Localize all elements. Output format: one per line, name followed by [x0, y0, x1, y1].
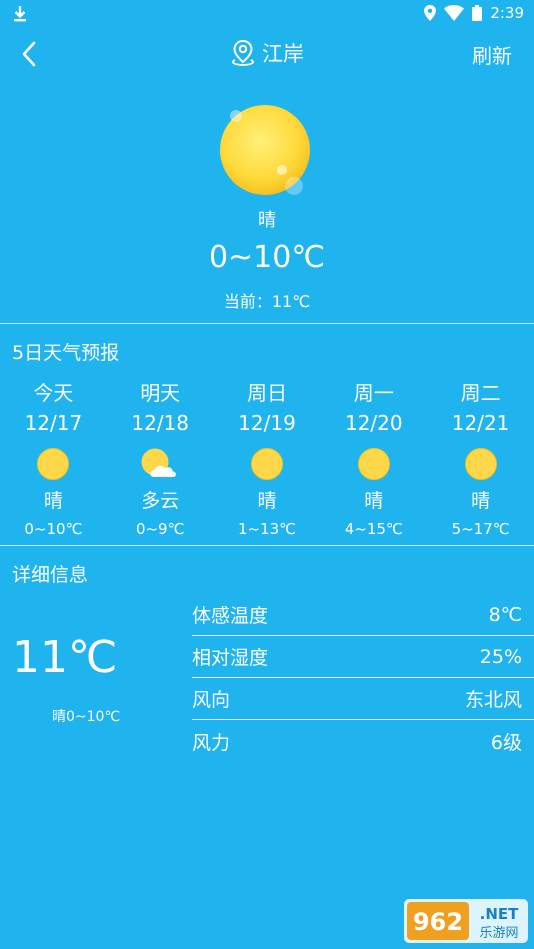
forecast-day-range: 0~9℃: [135, 520, 185, 538]
forecast-day-date: 12/17: [24, 411, 83, 435]
details-summary: 晴0~10℃: [52, 709, 121, 725]
sun-large-icon: [220, 105, 310, 195]
forecast-day-name: 今天: [33, 381, 74, 405]
detail-label: 风向: [192, 689, 231, 711]
details-temp: 11℃: [12, 632, 118, 683]
sun-icon: [464, 448, 497, 480]
forecast-day: 周一 12/20 晴 4~15℃: [320, 378, 427, 542]
divider: [0, 323, 534, 324]
refresh-button[interactable]: 刷新: [472, 40, 512, 69]
forecast-day: 周二 12/21 晴 5~17℃: [427, 378, 534, 542]
forecast-day: 今天 12/17 晴 0~10℃: [0, 378, 107, 542]
forecast-day-range: 0~10℃: [24, 520, 83, 538]
detail-label: 相对湿度: [192, 647, 269, 669]
sun-icon: [250, 448, 283, 480]
forecast-day-name: 明天: [140, 381, 181, 405]
download-icon: [14, 6, 26, 22]
detail-value: 6级: [490, 731, 522, 754]
detail-row-wind-direction: 风向 东北风: [192, 678, 534, 720]
detail-label: 风力: [192, 731, 231, 754]
sun-icon: [357, 448, 390, 480]
detail-value: 8℃: [488, 603, 522, 626]
forecast-day-name: 周二: [460, 381, 501, 405]
forecast-day-range: 4~15℃: [344, 520, 403, 538]
svg-text:乐游网: 乐游网: [479, 926, 518, 941]
svg-text:.NET: .NET: [480, 905, 519, 923]
today-temp-range: 0~10℃: [208, 240, 326, 275]
detail-value: 东北风: [464, 689, 522, 711]
city-name: 江岸: [262, 42, 304, 66]
forecast-day-condition: 晴: [471, 490, 491, 512]
forecast-day: 周日 12/19 晴 1~13℃: [214, 378, 321, 542]
forecast-day-condition: 晴: [257, 490, 277, 512]
forecast-day-range: 1~13℃: [237, 520, 297, 538]
forecast-day-name: 周一: [353, 381, 394, 405]
forecast-list: 今天 12/17 晴 0~10℃ 明天 12/18 多云 0~9℃ 周日 12/…: [0, 378, 534, 542]
detail-row-feels-like: 体感温度 8℃: [192, 594, 534, 636]
detail-row-wind-force: 风力 6级: [192, 720, 534, 762]
detail-label: 体感温度: [192, 605, 269, 627]
location-selector[interactable]: 江岸: [0, 38, 534, 68]
forecast-title: 5日天气预报: [12, 342, 120, 364]
divider: [0, 545, 534, 546]
current-temp: 当前：11℃: [223, 292, 311, 311]
status-bar: 2:39: [0, 0, 534, 28]
forecast-day-date: 12/18: [131, 411, 190, 435]
detail-row-humidity: 相对湿度 25%: [192, 636, 534, 678]
details-title: 详细信息: [12, 564, 89, 586]
forecast-day: 明天 12/18 多云 0~9℃: [107, 378, 214, 542]
status-time: 2:39: [490, 4, 524, 22]
location-outline-icon: [232, 39, 254, 66]
forecast-day-date: 12/19: [238, 411, 296, 435]
partly-cloudy-icon: [141, 448, 177, 477]
forecast-day-condition: 多云: [141, 490, 180, 512]
location-pin-icon: [424, 5, 437, 21]
detail-value: 25%: [479, 645, 522, 668]
wifi-icon: [444, 5, 465, 21]
today-condition: 晴: [258, 210, 276, 231]
svg-text:962: 962: [413, 908, 463, 936]
watermark-logo: 962 .NET 乐游网: [404, 899, 528, 943]
forecast-day-range: 5~17℃: [451, 520, 510, 538]
forecast-day-condition: 晴: [364, 490, 384, 512]
details-table: 体感温度 8℃ 相对湿度 25% 风向 东北风 风力 6级: [192, 594, 534, 762]
forecast-day-date: 12/20: [344, 411, 403, 435]
forecast-day-date: 12/21: [451, 411, 510, 435]
sun-icon: [37, 448, 70, 480]
header: 江岸 刷新: [0, 36, 534, 76]
forecast-day-name: 周日: [246, 381, 287, 405]
forecast-day-condition: 晴: [43, 490, 63, 512]
battery-icon: [472, 5, 483, 21]
